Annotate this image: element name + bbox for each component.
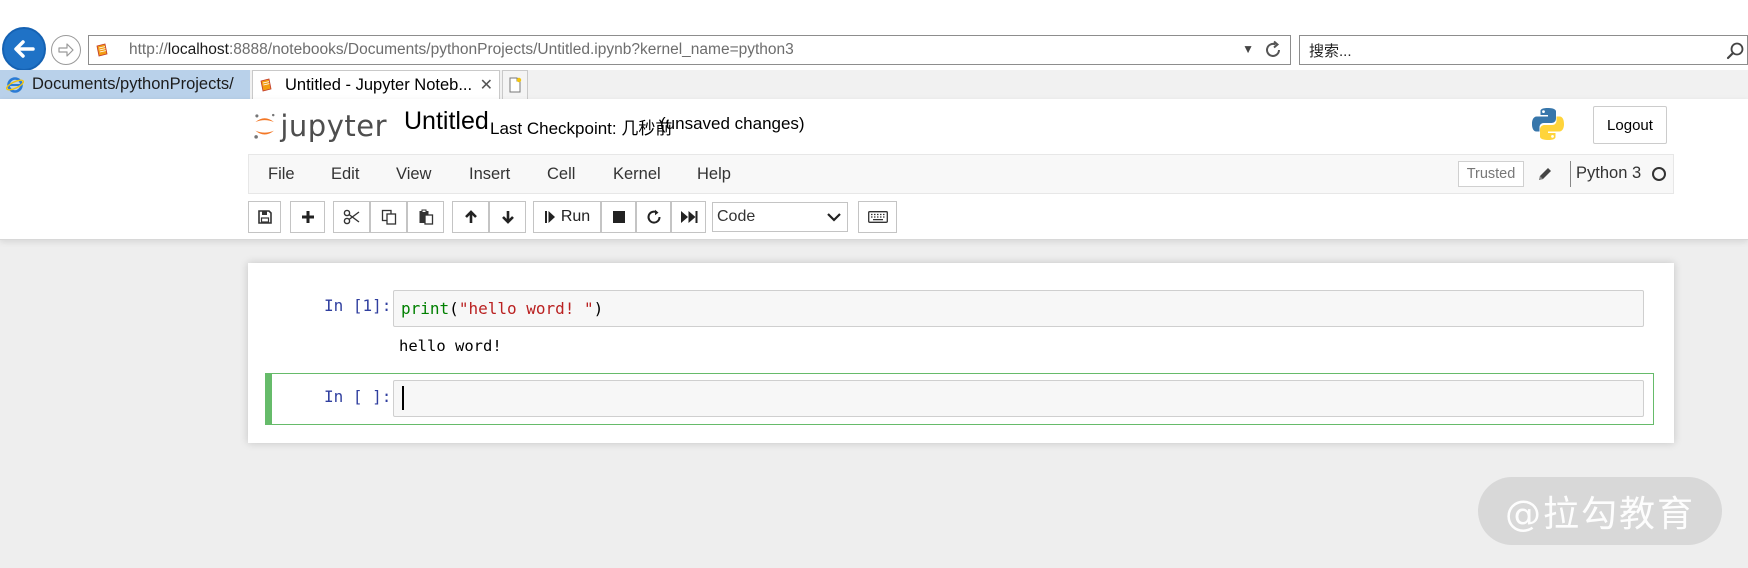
python-logo-icon	[1532, 108, 1564, 140]
cell-prompt: In [1]:	[324, 296, 392, 315]
tab-untitled-notebook[interactable]: Untitled - Jupyter Noteb... ✕	[252, 70, 500, 99]
kernel-name: Python 3	[1576, 164, 1642, 182]
page-icon	[260, 78, 272, 92]
refresh-icon[interactable]	[1262, 39, 1284, 61]
code-cell-input[interactable]: print("hello word! ")	[393, 290, 1644, 327]
code-string: "hello word! "	[458, 299, 594, 318]
kernel-divider	[1570, 161, 1571, 187]
save-icon	[257, 210, 272, 224]
chevron-down-icon	[827, 213, 841, 222]
restart-kernel-button[interactable]	[636, 201, 671, 233]
save-button[interactable]	[248, 201, 281, 233]
paste-button[interactable]	[407, 201, 444, 233]
tab-bar: Documents/pythonProjects/ Untitled - Jup…	[0, 70, 1748, 99]
new-tab-icon	[509, 77, 522, 93]
code-cell-input[interactable]	[393, 380, 1644, 417]
code-paren: )	[593, 299, 604, 318]
logout-button[interactable]: Logout	[1593, 106, 1667, 144]
autosave-status: (unsaved changes)	[660, 114, 805, 133]
new-tab-button[interactable]	[502, 70, 528, 99]
search-box[interactable]: 搜索...	[1299, 35, 1748, 65]
back-arrow-icon	[14, 40, 35, 58]
copy-button[interactable]	[370, 201, 407, 233]
trusted-indicator[interactable]: Trusted	[1458, 161, 1524, 187]
tab-label: Untitled - Jupyter Noteb...	[285, 75, 473, 94]
tab-documents[interactable]: Documents/pythonProjects/	[0, 70, 250, 99]
restart-run-all-button[interactable]	[671, 201, 706, 233]
menu-file[interactable]: File	[268, 165, 295, 184]
paste-icon	[419, 209, 433, 225]
forward-button[interactable]	[51, 35, 81, 65]
move-up-button[interactable]	[452, 201, 489, 233]
url-path: :8888/notebooks/Documents/pythonProjects…	[228, 41, 794, 58]
address-bar[interactable]: http://localhost:8888/notebooks/Document…	[88, 35, 1291, 65]
search-placeholder: 搜索...	[1309, 42, 1352, 60]
menu-cell[interactable]: Cell	[547, 165, 575, 184]
forward-arrow-icon	[58, 43, 74, 57]
ie-icon	[6, 76, 24, 93]
step-forward-icon	[544, 211, 555, 223]
watermark: @拉勾教育	[1478, 477, 1722, 545]
notebook-name[interactable]: Untitled	[404, 107, 489, 136]
back-button[interactable]	[2, 27, 46, 71]
command-palette-button[interactable]	[858, 201, 897, 233]
code-paren: (	[449, 299, 459, 318]
text-cursor	[402, 386, 404, 410]
address-url[interactable]: http://localhost:8888/notebooks/Document…	[129, 41, 794, 59]
page-icon	[96, 43, 108, 57]
cell-type-value: Code	[717, 208, 756, 225]
menu-insert[interactable]: Insert	[469, 165, 510, 184]
arrow-up-icon	[464, 210, 477, 223]
url-prefix: http://	[129, 41, 168, 58]
jupyter-logo[interactable]: jupyter	[253, 107, 387, 145]
menu-edit[interactable]: Edit	[331, 165, 359, 184]
fast-forward-icon	[680, 211, 697, 223]
keyboard-icon	[867, 211, 888, 223]
code-builtin: print	[401, 299, 450, 318]
pencil-icon[interactable]	[1535, 164, 1555, 184]
scissors-icon	[343, 209, 359, 225]
arrow-down-icon	[501, 211, 514, 224]
selected-cell-indicator	[265, 373, 272, 425]
cell-type-select[interactable]: Code	[712, 202, 848, 232]
menu-view[interactable]: View	[396, 165, 431, 184]
stop-icon	[612, 211, 625, 223]
interrupt-kernel-button[interactable]	[601, 201, 636, 233]
cut-button[interactable]	[333, 201, 370, 233]
menu-help[interactable]: Help	[697, 165, 731, 184]
cell-output: hello word!	[399, 337, 502, 355]
menu-kernel[interactable]: Kernel	[613, 165, 661, 184]
url-host: localhost	[167, 41, 229, 58]
code-line: print("hello word! ")	[401, 299, 603, 318]
run-button[interactable]: Run	[533, 201, 601, 233]
run-label: Run	[560, 208, 591, 225]
tab-label: Documents/pythonProjects/	[32, 75, 234, 93]
search-icon[interactable]	[1725, 41, 1745, 61]
kernel-idle-icon	[1652, 167, 1666, 181]
copy-icon	[381, 209, 396, 225]
close-tab-icon[interactable]: ✕	[480, 75, 493, 95]
refresh-icon	[647, 209, 661, 224]
plus-icon	[301, 211, 314, 223]
jupyter-logo-text: jupyter	[280, 109, 387, 143]
last-checkpoint: Last Checkpoint: 几秒前	[490, 119, 673, 138]
insert-cell-button[interactable]	[290, 201, 325, 233]
jupyter-logo-icon	[254, 113, 275, 139]
move-down-button[interactable]	[489, 201, 526, 233]
cell-prompt: In [ ]:	[324, 387, 392, 406]
address-dropdown-icon[interactable]: ▼	[1242, 42, 1254, 56]
